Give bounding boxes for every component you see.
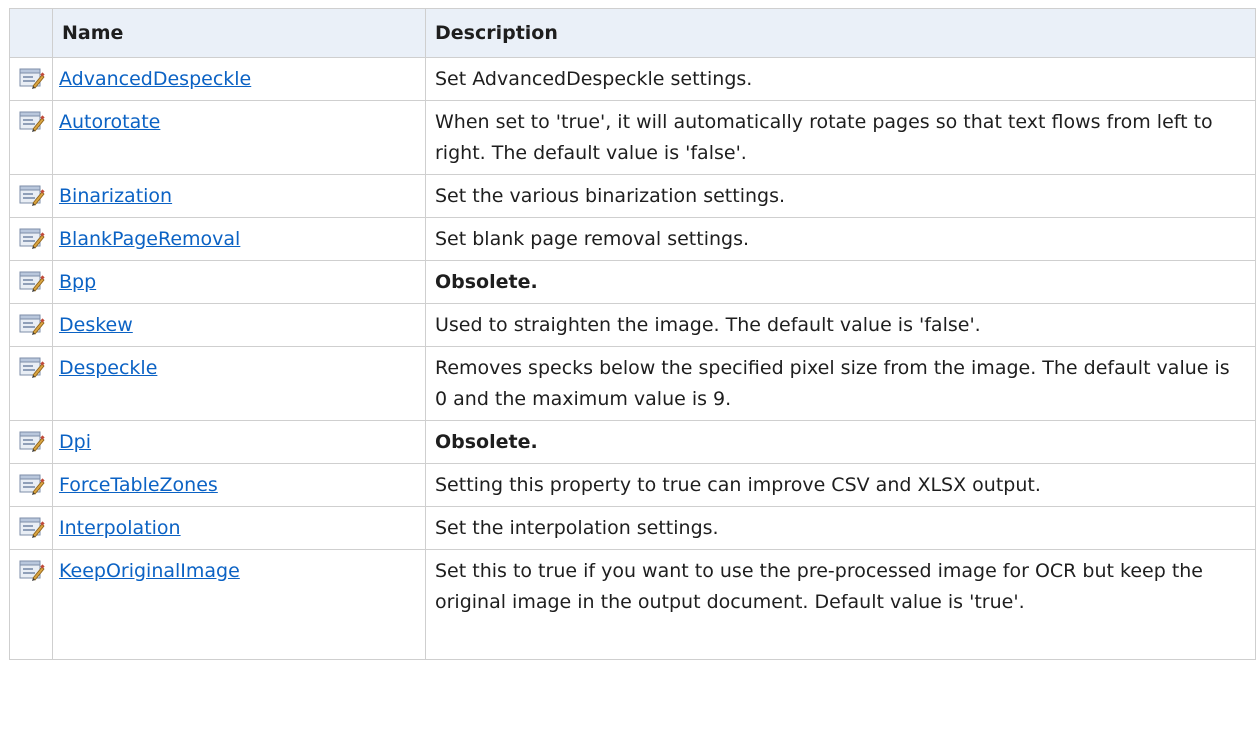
- property-icon: [19, 269, 45, 292]
- table-row: Autorotate When set to 'true', it will au…: [9, 100, 1256, 175]
- table-row: Deskew Used to straighten the image. The …: [9, 303, 1256, 347]
- property-link[interactable]: Dpi: [53, 421, 425, 458]
- header-name: Name: [52, 8, 426, 58]
- property-icon: [19, 183, 45, 206]
- property-icon: [19, 355, 45, 378]
- description-cell: Obsolete.: [425, 420, 1256, 464]
- property-description: Obsolete.: [435, 431, 538, 453]
- name-cell: Autorotate: [52, 100, 426, 175]
- icon-cell: [9, 506, 53, 550]
- name-cell: Binarization: [52, 174, 426, 218]
- property-icon: [19, 515, 45, 538]
- property-link[interactable]: Deskew: [53, 304, 425, 341]
- table-row: Interpolation Set the interpolation setti…: [9, 506, 1256, 550]
- property-icon: [19, 109, 45, 132]
- description-cell: Removes specks below the specified pixel…: [425, 346, 1256, 421]
- property-icon: [19, 66, 45, 89]
- property-description: Obsolete.: [435, 271, 538, 293]
- properties-table: Name Description AdvancedDespeckle Set Ad…: [9, 8, 1256, 660]
- name-cell: Dpi: [52, 420, 426, 464]
- table-row: BlankPageRemoval Set blank page removal s…: [9, 217, 1256, 261]
- description-cell: Set the various binarization settings.: [425, 174, 1256, 218]
- property-description: Set this to true if you want to use the …: [435, 560, 1203, 613]
- icon-cell: [9, 420, 53, 464]
- name-cell: Bpp: [52, 260, 426, 304]
- property-link[interactable]: Binarization: [53, 175, 425, 212]
- property-icon: [19, 558, 45, 581]
- icon-cell: [9, 100, 53, 175]
- name-cell: Despeckle: [52, 346, 426, 421]
- property-link[interactable]: Autorotate: [53, 101, 425, 138]
- property-description: Setting this property to true can improv…: [435, 474, 1041, 496]
- property-icon: [19, 226, 45, 249]
- property-description: Removes specks below the specified pixel…: [435, 357, 1230, 410]
- property-description: Set blank page removal settings.: [435, 228, 750, 250]
- icon-cell: [9, 463, 53, 507]
- description-cell: Set this to true if you want to use the …: [425, 549, 1256, 660]
- property-link[interactable]: Despeckle: [53, 347, 425, 384]
- description-cell: Set the interpolation settings.: [425, 506, 1256, 550]
- name-cell: Deskew: [52, 303, 426, 347]
- property-description: Used to straighten the image. The defaul…: [435, 314, 981, 336]
- property-icon: [19, 312, 45, 335]
- icon-cell: [9, 549, 53, 660]
- property-link[interactable]: AdvancedDespeckle: [53, 58, 425, 95]
- property-description: Set the interpolation settings.: [435, 517, 719, 539]
- table-row: ForceTableZones Setting this property to …: [9, 463, 1256, 507]
- icon-cell: [9, 260, 53, 304]
- description-cell: Set AdvancedDespeckle settings.: [425, 57, 1256, 101]
- property-icon: [19, 472, 45, 495]
- icon-cell: [9, 346, 53, 421]
- description-cell: Setting this property to true can improv…: [425, 463, 1256, 507]
- property-description: Set the various binarization settings.: [435, 185, 786, 207]
- property-link[interactable]: Bpp: [53, 261, 425, 298]
- name-cell: ForceTableZones: [52, 463, 426, 507]
- property-icon: [19, 429, 45, 452]
- description-cell: Obsolete.: [425, 260, 1256, 304]
- icon-cell: [9, 174, 53, 218]
- property-link[interactable]: BlankPageRemoval: [53, 218, 425, 255]
- table-row: KeepOriginalImage Set this to true if you…: [9, 549, 1256, 660]
- icon-cell: [9, 303, 53, 347]
- property-link[interactable]: KeepOriginalImage: [53, 550, 425, 587]
- name-cell: AdvancedDespeckle: [52, 57, 426, 101]
- property-description: Set AdvancedDespeckle settings.: [435, 68, 753, 90]
- table-row: Dpi Obsolete.: [9, 420, 1256, 464]
- property-link[interactable]: Interpolation: [53, 507, 425, 544]
- icon-cell: [9, 217, 53, 261]
- description-cell: When set to 'true', it will automaticall…: [425, 100, 1256, 175]
- table-row: Binarization Set the various binarization…: [9, 174, 1256, 218]
- table-row: AdvancedDespeckle Set AdvancedDespeckle s…: [9, 57, 1256, 101]
- header-icon-column: [9, 8, 53, 58]
- property-description: When set to 'true', it will automaticall…: [435, 111, 1213, 164]
- table-row: Bpp Obsolete.: [9, 260, 1256, 304]
- name-cell: Interpolation: [52, 506, 426, 550]
- table-row: Despeckle Removes specks below the specif…: [9, 346, 1256, 421]
- property-link[interactable]: ForceTableZones: [53, 464, 425, 501]
- description-cell: Set blank page removal settings.: [425, 217, 1256, 261]
- header-row: Name Description: [9, 8, 1256, 58]
- icon-cell: [9, 57, 53, 101]
- header-description: Description: [425, 8, 1256, 58]
- name-cell: KeepOriginalImage: [52, 549, 426, 660]
- name-cell: BlankPageRemoval: [52, 217, 426, 261]
- description-cell: Used to straighten the image. The defaul…: [425, 303, 1256, 347]
